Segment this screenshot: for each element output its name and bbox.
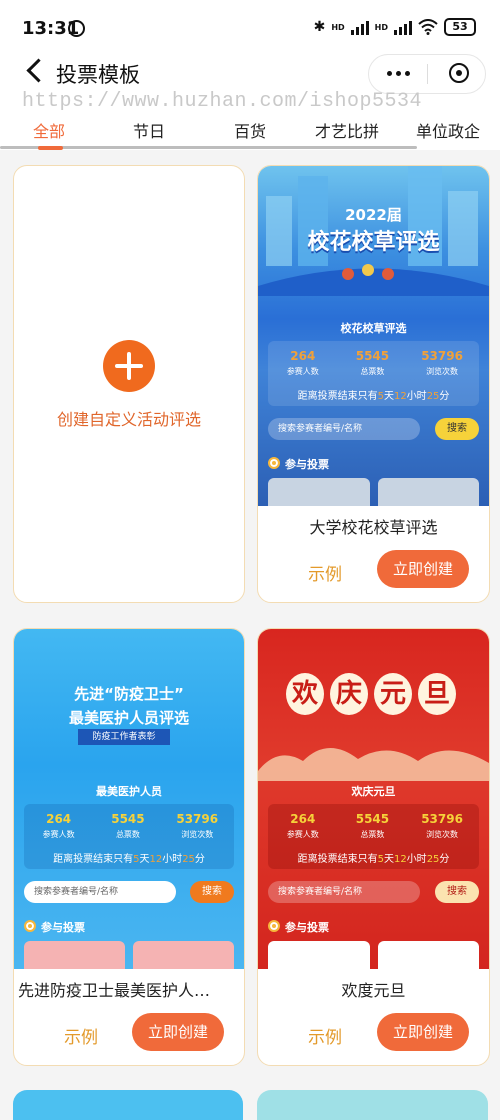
tab-all[interactable]: 全部 bbox=[33, 118, 65, 142]
poster-subtitle: 最美医护人员 bbox=[96, 785, 162, 798]
poster-headline-2: 最美医护人员评选 bbox=[68, 709, 189, 727]
poster-year: 2022届 bbox=[345, 206, 402, 224]
more-menu-button[interactable] bbox=[387, 71, 410, 76]
poster-search-button: 搜索 bbox=[435, 418, 479, 440]
poster-search-input: 搜索参赛者编号/名称 bbox=[268, 881, 420, 903]
capsule-divider bbox=[427, 64, 428, 84]
stats-box: 264 参赛人数 5545 总票数 53796 浏览次数 距离投票结束只有5天12小时… bbox=[24, 804, 234, 869]
countdown-text: 距离投票结束只有5天12小时25分 bbox=[297, 854, 450, 865]
miniprogram-capsule bbox=[368, 54, 486, 94]
back-button[interactable] bbox=[10, 56, 51, 92]
poster-search-input: 搜索参赛者编号/名称 bbox=[24, 881, 176, 903]
vote-heading: 参与投票 bbox=[268, 919, 329, 935]
active-tab-indicator bbox=[38, 146, 63, 150]
poster-search-button: 搜索 bbox=[190, 881, 234, 903]
stats-box: 264 参赛人数 5545 总票数 53796 浏览次数 距离投票结束只有5天12小时… bbox=[268, 341, 479, 406]
create-now-button[interactable]: 立即创建 bbox=[377, 550, 469, 588]
alarm-icon bbox=[68, 20, 85, 37]
headline-char-3: 元 bbox=[374, 673, 412, 715]
create-now-button[interactable]: 立即创建 bbox=[377, 1013, 469, 1051]
campus-poster: 2022届 校花校草评选 校花校草评选 264 参赛人数 5545 总票数 5379… bbox=[258, 166, 489, 506]
stat-views: 53796 浏览次数 bbox=[176, 812, 219, 839]
template-card-new-year[interactable]: 欢 庆 元 旦 欢庆元旦 264 参赛人数 5545 总票数 53796 浏览次数 距… bbox=[257, 628, 490, 1066]
template-name: 大学校花校草评选 bbox=[309, 518, 438, 537]
template-name: 先进防疫卫士最美医护人… bbox=[18, 981, 211, 1000]
tab-department-store[interactable]: 百货 bbox=[234, 118, 266, 142]
stat-votes: 5545 总票数 bbox=[355, 349, 390, 376]
category-tabs: 全部 节日 百货 才艺比拼 单位政企 bbox=[0, 118, 500, 148]
create-now-button[interactable]: 立即创建 bbox=[132, 1013, 224, 1051]
stat-views: 53796 浏览次数 bbox=[421, 349, 463, 376]
poster-headline: 校花校草评选 bbox=[307, 230, 440, 255]
new-year-poster: 欢 庆 元 旦 欢庆元旦 264 参赛人数 5545 总票数 53796 浏览次数 距… bbox=[258, 629, 489, 969]
battery-icon: 53 bbox=[444, 18, 476, 36]
signal-icon-1 bbox=[350, 19, 369, 35]
example-link[interactable]: 示例 bbox=[308, 560, 342, 585]
countdown-text: 距离投票结束只有5天12小时25分 bbox=[53, 854, 205, 865]
template-card-campus[interactable]: 2022届 校花校草评选 校花校草评选 264 参赛人数 5545 总票数 5379… bbox=[257, 165, 490, 603]
candidate-thumbnails bbox=[268, 941, 479, 969]
stat-views: 53796 浏览次数 bbox=[421, 812, 463, 839]
stat-participants: 264 参赛人数 bbox=[286, 349, 319, 376]
top-header: 13:31 ✱ HD HD 53 投票模板 https://www.huzhan… bbox=[0, 0, 500, 150]
tab-talent-contest[interactable]: 才艺比拼 bbox=[315, 118, 379, 142]
poster-subtitle: 欢庆元旦 bbox=[351, 785, 396, 798]
status-icons: ✱ HD HD 53 bbox=[314, 18, 476, 36]
template-card-medical[interactable]: 先进“防疫卫士” 最美医护人员评选 防疫工作者表彰 最美医护人员 264 参赛人数… bbox=[13, 628, 245, 1066]
watermark-text: https://www.huzhan.com/ishop5534 bbox=[22, 90, 423, 113]
candidate-thumbnails bbox=[268, 478, 479, 506]
poster-headline-1: 先进“防疫卫士” bbox=[74, 685, 184, 703]
cloud-decoration bbox=[258, 747, 489, 781]
countdown-text: 距离投票结束只有5天12小时25分 bbox=[297, 391, 450, 402]
page-title: 投票模板 bbox=[56, 63, 140, 87]
close-miniprogram-button[interactable] bbox=[449, 63, 469, 83]
stat-votes: 5545 总票数 bbox=[355, 812, 390, 839]
poster-search-input: 搜索参赛者编号/名称 bbox=[268, 418, 420, 440]
poster-subtitle: 校花校草评选 bbox=[340, 322, 407, 335]
vote-heading: 参与投票 bbox=[24, 919, 85, 935]
hd-label-2: HD bbox=[374, 22, 388, 32]
tab-festival[interactable]: 节日 bbox=[133, 118, 165, 142]
medical-poster: 先进“防疫卫士” 最美医护人员评选 防疫工作者表彰 最美医护人员 264 参赛人数… bbox=[14, 629, 244, 969]
stat-participants: 264 参赛人数 bbox=[42, 812, 75, 839]
plus-icon[interactable] bbox=[103, 340, 155, 392]
headline-char-4: 旦 bbox=[418, 673, 456, 715]
template-card-partial-right[interactable] bbox=[257, 1090, 488, 1120]
stat-votes: 5545 总票数 bbox=[111, 812, 145, 839]
status-bar: 13:31 ✱ HD HD 53 bbox=[0, 0, 500, 60]
hd-label-1: HD bbox=[331, 22, 345, 32]
create-custom-card[interactable]: 创建自定义活动评选 bbox=[13, 165, 245, 603]
stat-participants: 264 参赛人数 bbox=[286, 812, 319, 839]
candidate-thumbnails bbox=[24, 941, 234, 969]
bluetooth-icon: ✱ bbox=[313, 19, 326, 35]
vote-heading: 参与投票 bbox=[268, 456, 329, 472]
wifi-icon bbox=[418, 19, 438, 35]
template-name: 欢度元旦 bbox=[341, 981, 406, 1000]
template-card-partial-left[interactable] bbox=[13, 1090, 243, 1120]
example-link[interactable]: 示例 bbox=[308, 1023, 342, 1048]
signal-icon-2 bbox=[394, 19, 412, 35]
poster-tag: 防疫工作者表彰 bbox=[78, 729, 170, 745]
back-arrow-icon bbox=[26, 58, 51, 83]
poster-search-button: 搜索 bbox=[435, 881, 479, 903]
tab-government-enterprise[interactable]: 单位政企 bbox=[416, 118, 480, 142]
poster-headline: 欢 庆 元 旦 bbox=[286, 673, 456, 715]
example-link[interactable]: 示例 bbox=[64, 1023, 98, 1048]
stats-box: 264 参赛人数 5545 总票数 53796 浏览次数 距离投票结束只有5天12小时… bbox=[268, 804, 479, 869]
headline-char-1: 欢 bbox=[286, 673, 324, 715]
create-custom-label: 创建自定义活动评选 bbox=[56, 410, 201, 429]
headline-char-2: 庆 bbox=[330, 673, 368, 715]
